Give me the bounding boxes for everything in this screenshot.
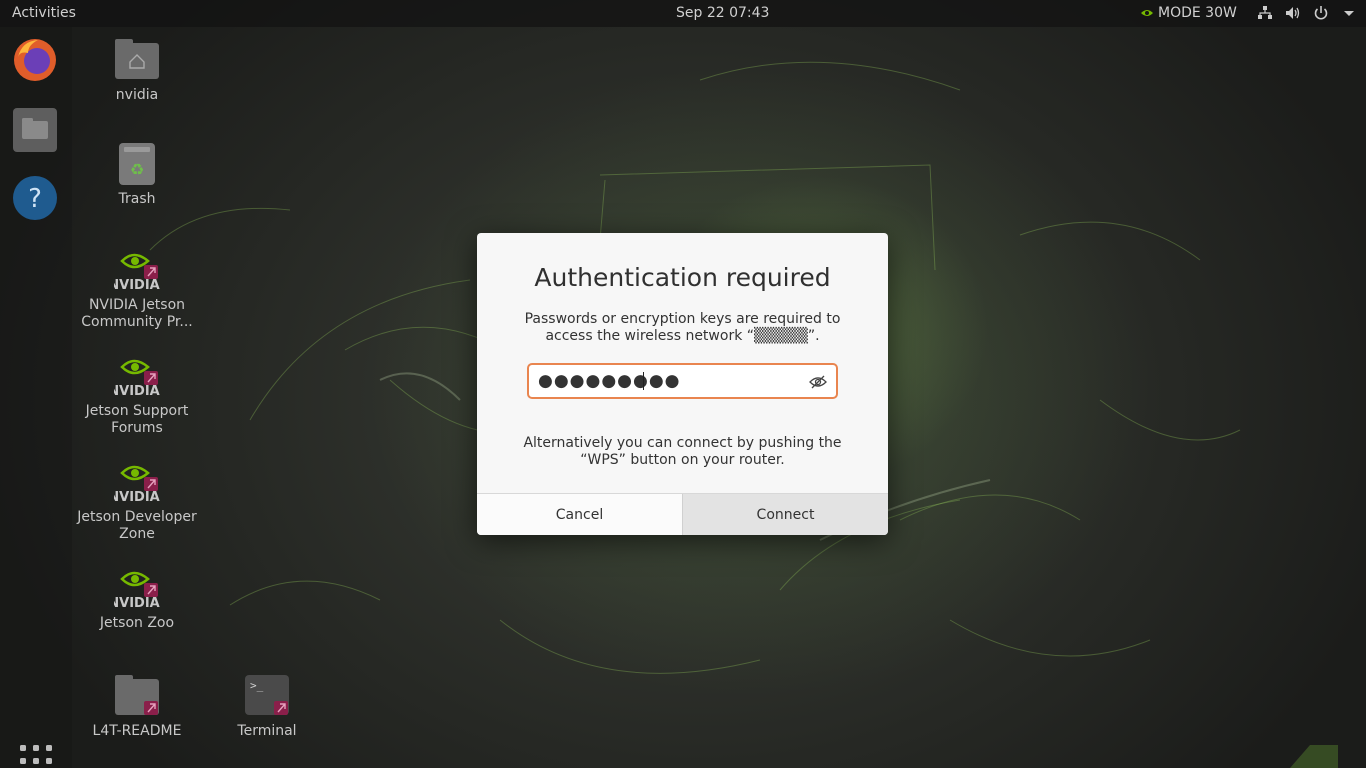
nvidia-wordmark: NVIDIA <box>114 384 160 399</box>
nvidia-logo-icon: NVIDIA <box>108 565 160 611</box>
desktop-icon-jetson-zoo[interactable]: NVIDIA Jetson Zoo <box>77 565 197 632</box>
desktop-icon-label: nvidia <box>115 87 159 103</box>
network-icon[interactable] <box>1256 4 1274 22</box>
wps-hint-line1: Alternatively you can connect by pushing… <box>523 435 842 451</box>
desktop-icon-trash[interactable]: ♻ Trash <box>77 141 197 208</box>
password-value: ●●●●●●●●● <box>538 371 681 391</box>
show-applications-icon[interactable] <box>20 745 52 768</box>
power-mode-indicator[interactable]: MODE 30W <box>1140 5 1237 21</box>
firefox-icon[interactable] <box>12 37 58 83</box>
svg-text:♻: ♻ <box>130 160 144 179</box>
dialog-message: Passwords or encryption keys are require… <box>517 311 848 345</box>
activities-button[interactable]: Activities <box>12 5 76 21</box>
chevron-down-icon[interactable] <box>1340 4 1358 22</box>
nvidia-wordmark: NVIDIA <box>114 490 160 505</box>
volume-icon[interactable] <box>1284 4 1302 22</box>
desktop-icon-nvidia-community[interactable]: NVIDIA NVIDIA Jetson Community Pr... <box>77 247 197 331</box>
home-folder-icon <box>114 37 160 83</box>
dock: ? <box>0 27 72 768</box>
dialog-message-line1: Passwords or encryption keys are require… <box>524 311 841 327</box>
wps-hint: Alternatively you can connect by pushing… <box>517 435 848 469</box>
dialog-button-bar: Cancel Connect <box>477 493 888 535</box>
top-bar: Activities Sep 22 07:43 MODE 30W <box>0 0 1366 27</box>
nvidia-logo-icon: NVIDIA <box>108 247 160 293</box>
dialog-message-line2: access the wireless network “▒▒▒▒▒”. <box>545 328 820 344</box>
text-caret <box>643 372 644 390</box>
desktop-icon-label: Trash <box>118 191 156 207</box>
authentication-dialog: Authentication required Passwords or enc… <box>477 233 888 535</box>
files-icon[interactable] <box>12 107 58 153</box>
trash-icon: ♻ <box>114 141 160 187</box>
svg-text:>_: >_ <box>250 679 264 692</box>
desktop-icon-jetson-devzone[interactable]: NVIDIA Jetson Developer Zone <box>77 459 197 543</box>
desktop-icon-home[interactable]: nvidia <box>77 37 197 104</box>
terminal-icon: >_ <box>244 673 290 719</box>
desktop-icon-label: Terminal <box>237 723 297 739</box>
clock[interactable]: Sep 22 07:43 <box>676 5 769 21</box>
nvidia-logo-icon: NVIDIA <box>108 353 160 399</box>
desktop-icon-label: L4T-README <box>92 723 182 739</box>
nvidia-eye-icon <box>1141 10 1153 16</box>
dialog-title: Authentication required <box>534 263 831 292</box>
nvidia-wordmark: NVIDIA <box>114 596 160 611</box>
power-icon[interactable] <box>1312 4 1330 22</box>
system-tray[interactable] <box>1256 4 1358 22</box>
cancel-button[interactable]: Cancel <box>477 494 682 535</box>
folder-link-icon <box>114 673 160 719</box>
svg-text:?: ? <box>28 184 42 214</box>
desktop-icon-label: Jetson Developer Zone <box>77 509 197 542</box>
desktop-icon-label: Jetson Support Forums <box>85 403 189 436</box>
desktop-icon-label: Jetson Zoo <box>99 615 175 631</box>
desktop-icon-terminal[interactable]: >_ Terminal <box>207 673 327 740</box>
show-password-icon[interactable] <box>809 373 827 391</box>
help-icon[interactable]: ? <box>12 175 58 221</box>
power-mode-label: MODE 30W <box>1158 5 1237 21</box>
desktop-icon-label: NVIDIA Jetson Community Pr... <box>81 297 193 330</box>
password-input[interactable]: ●●●●●●●●● <box>527 363 838 399</box>
desktop-icon-jetson-forums[interactable]: NVIDIA Jetson Support Forums <box>77 353 197 437</box>
nvidia-logo-icon: NVIDIA <box>108 459 160 505</box>
wps-hint-line2: “WPS” button on your router. <box>580 452 785 468</box>
desktop-icon-l4t-readme[interactable]: L4T-README <box>77 673 197 740</box>
connect-button[interactable]: Connect <box>682 494 888 535</box>
nvidia-wordmark: NVIDIA <box>114 278 160 293</box>
